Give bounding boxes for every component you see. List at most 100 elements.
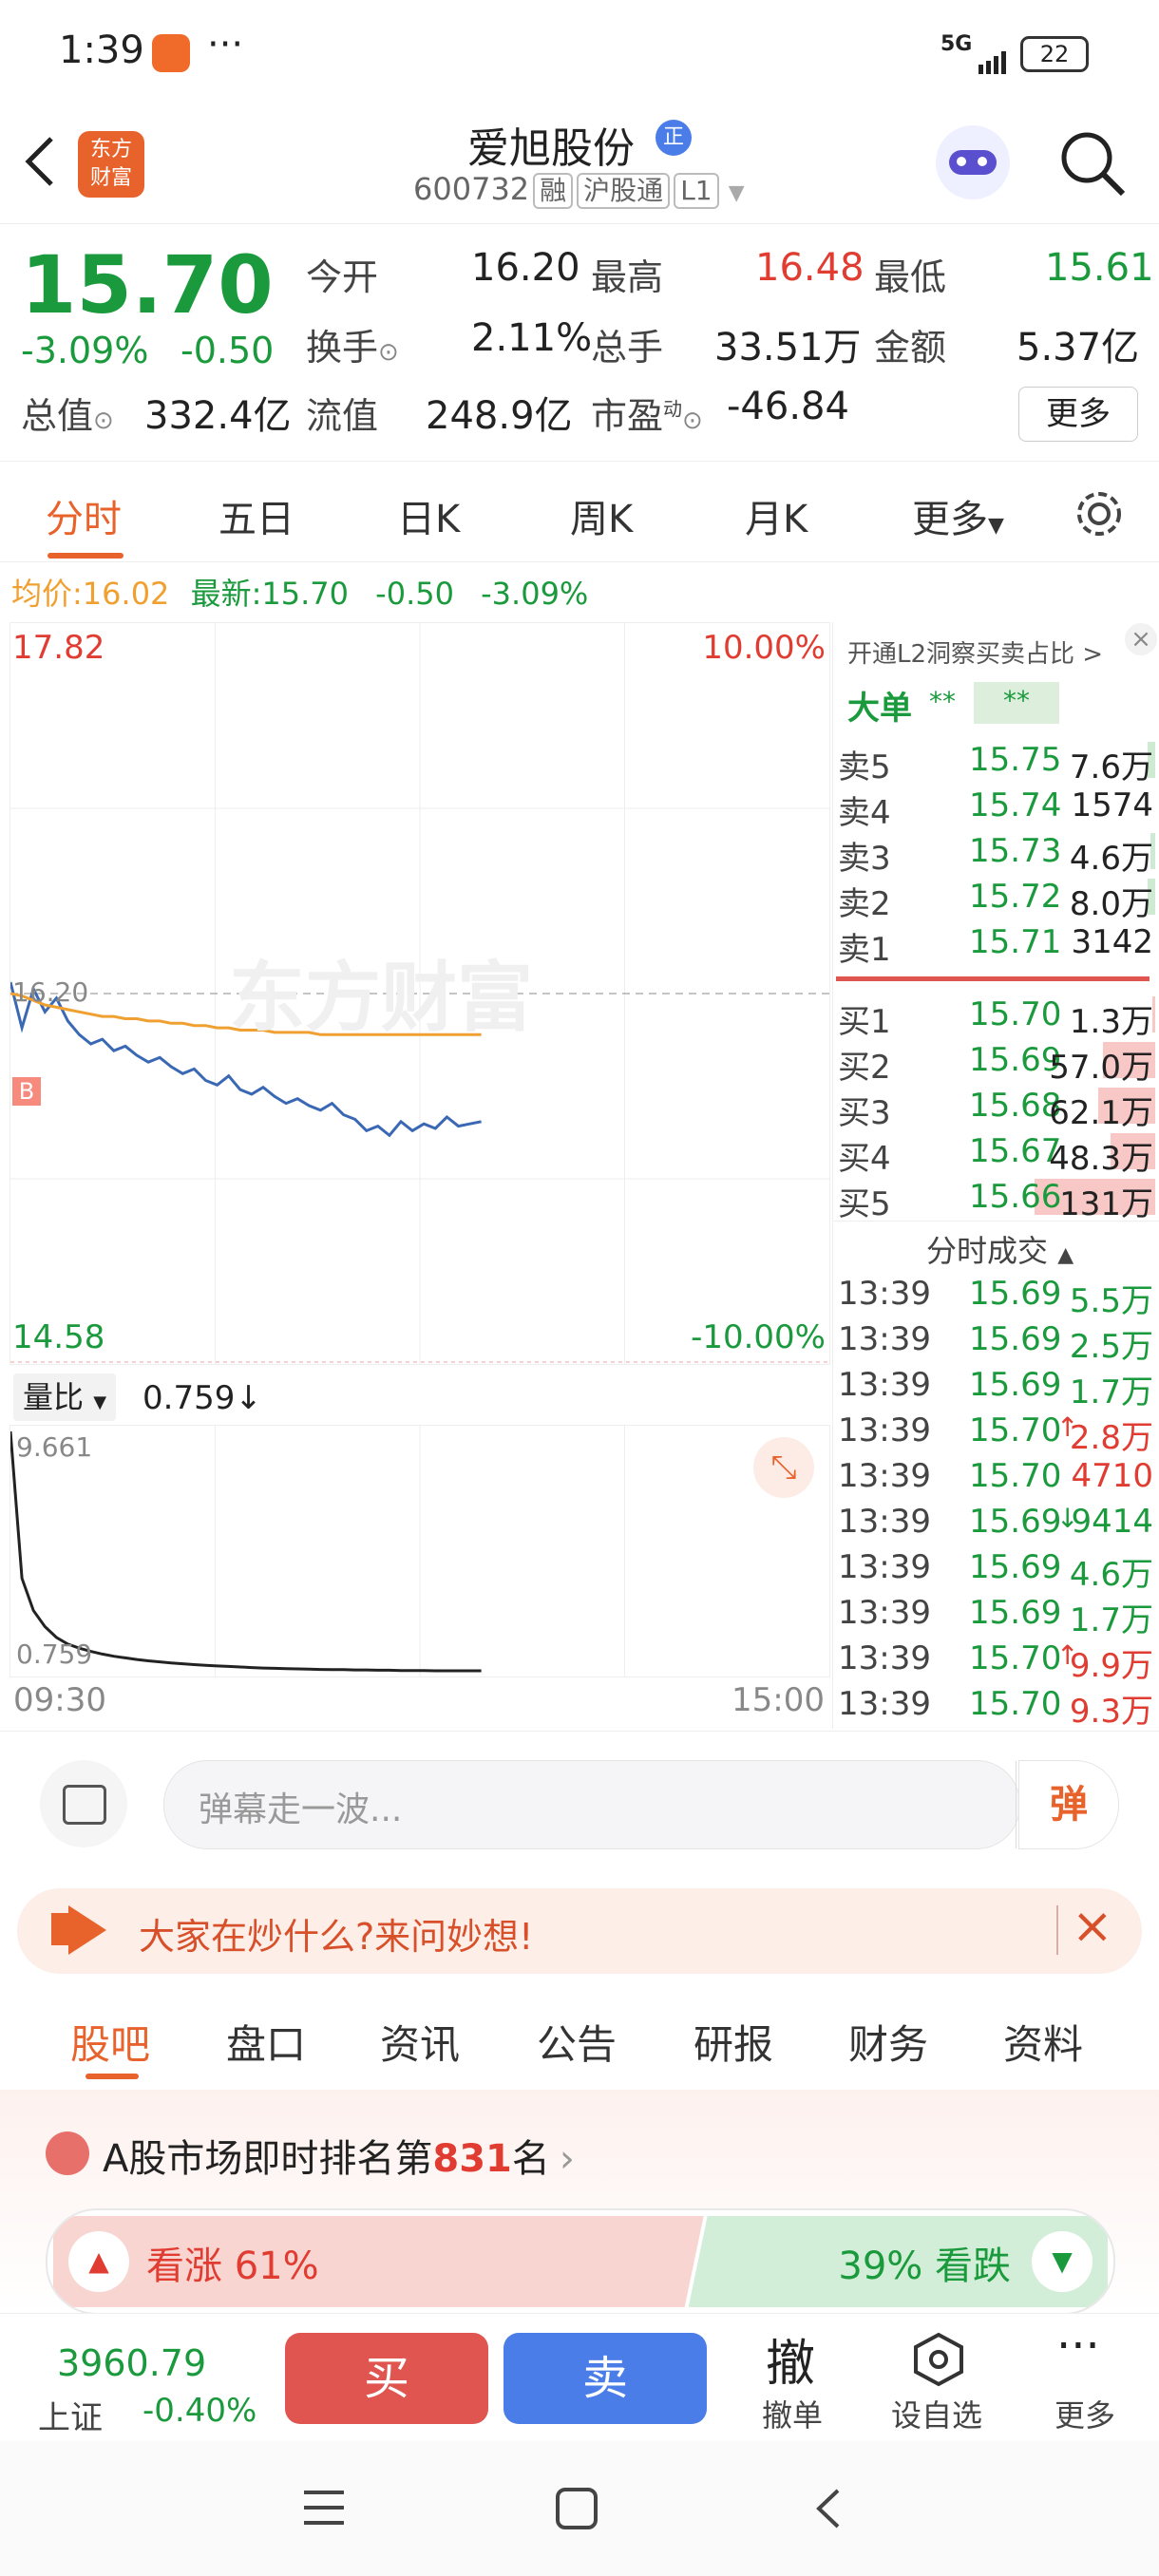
- up-vote-icon[interactable]: ▲: [68, 2231, 129, 2292]
- bid-row[interactable]: 买1 15.70 1.3万: [836, 992, 1157, 1041]
- battery-level: 22: [1039, 41, 1070, 67]
- tab-research[interactable]: 研报: [694, 2013, 773, 2071]
- settings-icon[interactable]: [1072, 486, 1127, 541]
- tab-forum[interactable]: 股吧: [70, 2013, 150, 2071]
- watchlist-label[interactable]: 设自选: [891, 2392, 982, 2435]
- info-icon[interactable]: ⊙: [682, 407, 703, 435]
- tab-profile[interactable]: 资料: [1003, 2013, 1083, 2071]
- vol-ratio-chart[interactable]: 9.661 0.759 ⤡: [10, 1425, 830, 1677]
- vr-bottom-label: 0.759: [16, 1638, 93, 1670]
- ask-row[interactable]: 卖5 15.75 7.6万: [836, 737, 1157, 786]
- pe-value: -46.84: [727, 385, 849, 428]
- tab-orderbook[interactable]: 盘口: [226, 2013, 306, 2071]
- more-quote-button[interactable]: 更多: [1018, 387, 1138, 442]
- volume-label: 总手: [591, 327, 664, 369]
- tab-announcements[interactable]: 公告: [537, 2013, 617, 2071]
- close-banner-icon[interactable]: ×: [1072, 1898, 1113, 1955]
- caret-down-icon: ▼: [988, 514, 1004, 538]
- tab-five-day[interactable]: 五日: [218, 488, 294, 543]
- info-icon[interactable]: ⊙: [378, 338, 399, 367]
- ask-row[interactable]: 卖3 15.73 4.6万: [836, 828, 1157, 878]
- cancel-label[interactable]: 撤单: [762, 2392, 823, 2435]
- ask-price: 15.73: [969, 832, 1062, 870]
- tick-volume: 4710: [1071, 1457, 1153, 1495]
- down-vote-icon[interactable]: ▼: [1032, 2231, 1092, 2292]
- trade-action-bar: 3960.79 上证 -0.40% 买 卖 撤 撤单 设自选 ··· 更多: [0, 2313, 1159, 2442]
- bid-label: 买3: [838, 1094, 891, 1132]
- more-dots-icon[interactable]: ···: [1056, 2320, 1100, 2373]
- ask-price: 15.72: [969, 878, 1062, 916]
- bid-volume: 131万: [1059, 1185, 1153, 1223]
- robot-assistant-icon[interactable]: [936, 125, 1010, 199]
- bid-volume: 1.3万: [1069, 1003, 1153, 1041]
- active-tab-indicator: [48, 553, 124, 559]
- market-cap-label: 总值⊙: [21, 387, 114, 439]
- rank-text[interactable]: A股市场即时排名第831名 ›: [103, 2128, 575, 2183]
- chart-tabs: 分时 五日 日K 周K 月K 更多▼: [0, 461, 1159, 562]
- danmaku-send-button[interactable]: 弹: [1018, 1760, 1119, 1849]
- bid-price: 15.67: [969, 1132, 1062, 1170]
- danmaku-input[interactable]: 弹幕走一波...: [163, 1760, 1020, 1849]
- down-pct: 39%: [838, 2245, 923, 2288]
- close-icon[interactable]: ×: [1125, 623, 1157, 655]
- big-order-label: 大单: [847, 690, 912, 728]
- bid-row[interactable]: 买3 15.68 62.1万: [836, 1083, 1157, 1132]
- danmaku-placeholder: 弹幕走一波...: [199, 1790, 403, 1829]
- bid-row[interactable]: 买4 15.67 48.3万: [836, 1128, 1157, 1178]
- tab-more[interactable]: 更多▼: [912, 488, 1004, 543]
- back-icon[interactable]: [21, 133, 59, 190]
- tab-monthly-k[interactable]: 月K: [745, 488, 808, 543]
- expand-icon[interactable]: ⤡: [753, 1437, 814, 1498]
- bid-row[interactable]: 买2 15.69 57.0万: [836, 1037, 1157, 1087]
- tick-row: 13:39 15.69 2.5万: [836, 1316, 1157, 1366]
- ask-row[interactable]: 卖1 15.71 3142: [836, 919, 1157, 969]
- float-cap-value: 248.9亿: [426, 394, 573, 438]
- sell-button[interactable]: 卖: [504, 2333, 707, 2424]
- ask-label: 卖3: [838, 840, 891, 878]
- home-icon[interactable]: [555, 2487, 598, 2530]
- l2-promo[interactable]: 开通L2洞察买卖占比 >: [847, 635, 1103, 670]
- latest-value: 15.70: [261, 576, 349, 612]
- latest-pct: -3.09%: [481, 576, 589, 612]
- watchlist-icon[interactable]: [910, 2331, 967, 2388]
- eastmoney-logo[interactable]: 东方 财富: [78, 131, 144, 198]
- down-label: 看跌: [935, 2245, 1011, 2288]
- tick-row: 13:39 15.69 1.7万: [836, 1590, 1157, 1639]
- index-value[interactable]: 3960.79: [57, 2342, 206, 2384]
- info-icon[interactable]: ⊙: [93, 407, 114, 435]
- tick-time: 13:39: [838, 1685, 931, 1723]
- tick-time: 13:39: [838, 1411, 931, 1449]
- volume-value: 33.51万: [714, 326, 862, 369]
- buy-marker[interactable]: B: [12, 1077, 41, 1106]
- more-label[interactable]: 更多: [1054, 2392, 1115, 2435]
- rank-suffix: 名: [511, 2137, 550, 2181]
- cancel-icon[interactable]: 撤: [766, 2323, 815, 2395]
- ai-banner[interactable]: 大家在炒什么?来问妙想! ×: [17, 1888, 1142, 1974]
- vol-ratio-selector[interactable]: 量比 ▼: [13, 1373, 117, 1421]
- tab-financials[interactable]: 财务: [848, 2013, 928, 2071]
- tab-daily-k[interactable]: 日K: [397, 488, 460, 543]
- vol-ratio-value: 0.759↓: [142, 1379, 262, 1417]
- ask-row[interactable]: 卖2 15.72 8.0万: [836, 874, 1157, 923]
- back-nav-icon[interactable]: [809, 2487, 847, 2530]
- intraday-chart[interactable]: 东方财富 17.82 10.00% 14.58 -10.00% 16.20 B: [10, 622, 830, 1365]
- danmaku-settings-icon[interactable]: [40, 1760, 127, 1847]
- stock-name: 爱旭股份: [467, 124, 635, 173]
- status-more-dots: ···: [207, 23, 244, 66]
- tick-time: 13:39: [838, 1275, 931, 1313]
- ask-row[interactable]: 卖4 15.74 1574: [836, 783, 1157, 832]
- ticks-title[interactable]: 分时成交 ▲: [926, 1227, 1074, 1271]
- avg-value: 16.02: [82, 576, 170, 612]
- buy-button[interactable]: 买: [285, 2333, 488, 2424]
- latest-label: 最新:: [190, 576, 262, 612]
- rank-prefix: A股市场即时排名第: [103, 2137, 433, 2181]
- vol-ratio-label: 量比: [23, 1379, 85, 1415]
- tab-weekly-k[interactable]: 周K: [570, 488, 633, 543]
- tick-volume: 9414: [1071, 1503, 1153, 1541]
- stock-code-row[interactable]: 600732 融沪股通 L1 ▼: [413, 171, 745, 209]
- tab-news[interactable]: 资讯: [380, 2013, 460, 2071]
- bid-row[interactable]: 买5 15.66 131万: [836, 1174, 1157, 1223]
- search-icon[interactable]: [1056, 127, 1129, 199]
- menu-icon[interactable]: [302, 2489, 346, 2527]
- tab-intraday[interactable]: 分时: [46, 488, 122, 543]
